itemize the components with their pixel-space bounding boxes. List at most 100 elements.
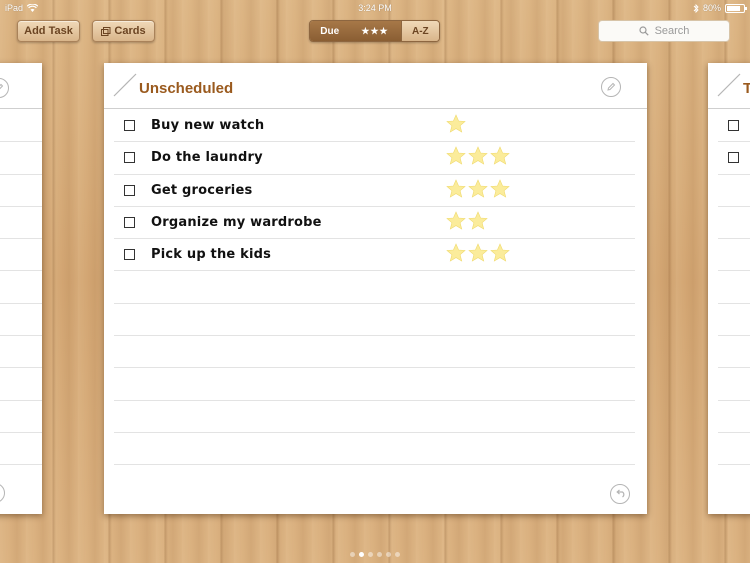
task-checkbox[interactable]	[124, 249, 135, 261]
star-icon	[490, 146, 510, 165]
priority-stars[interactable]	[446, 178, 510, 199]
next-card-title-initial: T	[743, 80, 750, 97]
page-dot[interactable]	[359, 552, 364, 557]
next-card-row	[718, 304, 750, 337]
next-card-row	[718, 401, 750, 433]
previous-card-row	[0, 142, 42, 175]
previous-card-row	[0, 336, 42, 369]
card-header: Unscheduled	[104, 63, 647, 109]
search-placeholder: Search	[654, 25, 690, 37]
card-title: Unscheduled	[139, 80, 234, 97]
previous-card-row	[0, 110, 42, 143]
task-checkbox[interactable]	[728, 120, 739, 131]
star-icon	[468, 243, 488, 262]
cards-label: Cards	[114, 25, 146, 37]
empty-row[interactable]	[114, 368, 635, 401]
task-label: Do the laundry	[151, 150, 263, 166]
undo-icon[interactable]	[0, 483, 5, 503]
task-checkbox[interactable]	[124, 120, 135, 131]
next-card-row	[718, 433, 750, 466]
previous-card-lines	[0, 110, 42, 466]
task-label: Buy new watch	[151, 118, 265, 133]
add-task-button[interactable]: Add Task	[17, 20, 80, 42]
search-field[interactable]: Search	[598, 20, 730, 42]
task-row[interactable]: Buy new watch	[114, 110, 635, 143]
next-card-row	[718, 142, 750, 175]
empty-row[interactable]	[114, 304, 635, 337]
task-card-unscheduled: Unscheduled Buy new watch Do the laundry G…	[104, 63, 647, 514]
task-checkbox[interactable]	[728, 152, 739, 164]
clock: 3:24 PM	[358, 3, 392, 13]
task-checkbox[interactable]	[124, 184, 135, 196]
star-icon	[446, 243, 466, 262]
battery-icon	[725, 3, 747, 13]
empty-row[interactable]	[114, 336, 635, 369]
next-card-row	[718, 368, 750, 401]
page-dot[interactable]	[350, 552, 355, 557]
next-card-row	[718, 336, 750, 369]
next-card-row	[718, 175, 750, 207]
sort-stars-option[interactable]: ★★★	[349, 21, 401, 41]
bluetooth-icon	[693, 3, 699, 13]
star-icon	[490, 243, 510, 262]
star-icon	[446, 114, 466, 133]
task-row[interactable]: Get groceries	[114, 175, 635, 207]
next-card-lines	[718, 110, 750, 466]
star-icon	[446, 146, 466, 165]
previous-card-row	[0, 175, 42, 207]
task-list: Buy new watch Do the laundry Get groceries…	[114, 110, 635, 466]
corner-fold-icon	[717, 73, 741, 97]
task-row[interactable]: Organize my wardrobe	[114, 207, 635, 240]
priority-stars[interactable]	[446, 243, 510, 263]
page-dot[interactable]	[386, 552, 391, 557]
star-icon	[468, 146, 488, 165]
previous-card-row	[0, 239, 42, 272]
task-checkbox[interactable]	[124, 152, 135, 164]
battery-percent: 80%	[702, 3, 721, 13]
priority-stars[interactable]	[446, 211, 488, 231]
previous-card-row	[0, 433, 42, 466]
search-icon	[638, 26, 649, 36]
task-label: Organize my wardrobe	[151, 214, 322, 230]
previous-card-row	[0, 368, 42, 401]
star-icon	[490, 178, 510, 198]
star-icon	[446, 178, 466, 198]
task-label: Pick up the kids	[151, 247, 272, 263]
sort-due-option[interactable]: Due	[310, 21, 350, 41]
next-card-row	[718, 239, 750, 272]
star-icon	[446, 211, 466, 230]
undo-icon[interactable]	[610, 484, 630, 504]
page-dot[interactable]	[377, 552, 382, 557]
empty-row[interactable]	[114, 271, 635, 304]
empty-row[interactable]	[114, 401, 635, 433]
next-card-row	[718, 271, 750, 304]
page-indicator[interactable]	[0, 552, 750, 557]
star-icon	[468, 178, 488, 198]
task-row[interactable]: Pick up the kids	[114, 239, 635, 272]
add-task-label: Add Task	[24, 25, 73, 37]
star-icon	[468, 211, 488, 230]
sort-az-option[interactable]: A-Z	[400, 21, 439, 41]
cards-button[interactable]: Cards	[92, 20, 155, 42]
previous-card-row	[0, 207, 42, 240]
previous-card-row	[0, 304, 42, 337]
cards-icon	[101, 26, 111, 36]
priority-stars[interactable]	[446, 146, 510, 166]
previous-card-row	[0, 271, 42, 304]
priority-stars[interactable]	[446, 114, 466, 134]
sort-segmented-control: Due ★★★ A-Z	[309, 20, 440, 42]
empty-row[interactable]	[114, 433, 635, 466]
task-label: Get groceries	[151, 182, 253, 198]
task-row[interactable]: Do the laundry	[114, 142, 635, 175]
previous-card-row	[0, 401, 42, 433]
page-dot[interactable]	[368, 552, 373, 557]
status-bar: iPad 3:24 PM 80%	[0, 0, 750, 16]
edit-card-icon[interactable]	[601, 77, 621, 97]
task-checkbox[interactable]	[124, 216, 135, 228]
next-card[interactable]: T	[708, 63, 750, 514]
next-card-row	[718, 110, 750, 143]
page-dot[interactable]	[395, 552, 400, 557]
next-card-row	[718, 207, 750, 240]
previous-card[interactable]	[0, 63, 42, 514]
corner-fold-icon	[113, 73, 137, 97]
